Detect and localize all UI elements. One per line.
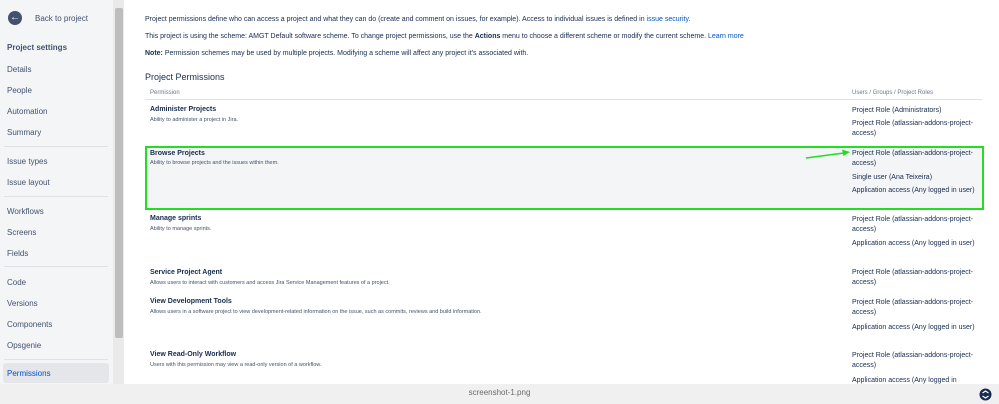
back-to-project-link[interactable]: ← Back to project	[8, 11, 88, 25]
actions-bold-text: Actions	[474, 33, 501, 40]
role-entry: Project Role (atlassian-addons-project-a…	[852, 120, 973, 137]
sidebar-item-issue-types[interactable]: Issue types	[7, 157, 47, 166]
arrow-left-icon: ←	[8, 11, 22, 25]
roles-column-header: Users / Groups / Project Roles	[852, 90, 934, 96]
role-entry: Application access (Any logged in user)	[852, 240, 975, 247]
sidebar-item-permissions-label[interactable]: Permissions	[7, 369, 51, 378]
permission-name: Service Project Agent	[150, 269, 223, 276]
permission-name: Manage sprints	[150, 215, 202, 222]
sidebar-item-issue-layout[interactable]: Issue layout	[7, 178, 50, 187]
project-settings-heading: Project settings	[7, 43, 68, 52]
role-entry: Project Role (atlassian-addons-project-a…	[852, 352, 973, 369]
screenshot-caption: screenshot-1.png	[468, 388, 531, 397]
intro-line-2: This project is using the scheme: AMGT D…	[145, 33, 744, 40]
assistant-icon[interactable]	[979, 388, 992, 401]
sidebar-divider	[4, 359, 108, 360]
back-to-project-label: Back to project	[35, 13, 88, 23]
sidebar-item-opsgenie[interactable]: Opsgenie	[7, 341, 41, 350]
permission-description: Allows users in a software project to vi…	[150, 309, 482, 315]
permission-name: View Development Tools	[150, 298, 232, 305]
sidebar-item-workflows[interactable]: Workflows	[7, 207, 44, 216]
sidebar-item-components[interactable]: Components	[7, 320, 52, 329]
intro-line-1: Project permissions define who can acces…	[145, 16, 690, 23]
annotation-arrow-icon	[805, 149, 850, 159]
permission-description: Ability to browse projects and the issue…	[150, 160, 279, 166]
sidebar-divider	[4, 266, 108, 267]
issue-security-link[interactable]: issue security	[647, 16, 689, 23]
permission-description: Ability to administer a project in Jira.	[150, 117, 239, 123]
permission-name: Administer Projects	[150, 106, 217, 113]
sidebar-item-screens[interactable]: Screens	[7, 228, 36, 237]
learn-more-link[interactable]: Learn more	[708, 33, 744, 40]
role-entry: Project Role (atlassian-addons-project-a…	[852, 216, 973, 233]
sidebar-item-versions[interactable]: Versions	[7, 299, 38, 308]
permission-name: Browse Projects	[150, 150, 205, 157]
role-entry: Application access (Any logged in user)	[852, 187, 975, 194]
role-entry: Project Role (Administrators)	[852, 107, 942, 114]
role-entry: Single user (Ana Teixeira)	[852, 174, 933, 181]
sidebar-item-people[interactable]: People	[7, 86, 32, 95]
sidebar-scrollbar-thumb[interactable]	[115, 8, 123, 338]
intro-text: Project permissions define who can acces…	[145, 16, 647, 23]
permission-description: Users with this permission may view a re…	[150, 362, 322, 368]
intro-text: This project is using the scheme: AMGT D…	[145, 33, 475, 40]
role-entry: Project Role (atlassian-addons-project-a…	[852, 150, 973, 167]
permission-description: Ability to manage sprints.	[150, 226, 212, 232]
note-label: Note:	[145, 50, 163, 57]
main-content: Project permissions define who can acces…	[124, 0, 999, 384]
sidebar-item-code[interactable]: Code	[7, 278, 26, 287]
project-permissions-title: Project Permissions	[145, 72, 225, 82]
sidebar-item-summary[interactable]: Summary	[7, 128, 41, 137]
sidebar-divider	[4, 146, 108, 147]
role-entry: Project Role (atlassian-addons-project-a…	[852, 269, 973, 286]
note-text: Permission schemes may be used by multip…	[162, 50, 529, 57]
role-entry: Application access (Any logged in	[852, 377, 957, 384]
sidebar-divider	[4, 196, 108, 197]
permission-description: Allows users to interact with customers …	[150, 280, 390, 286]
permission-name: View Read-Only Workflow	[150, 351, 237, 358]
intro-text: .	[688, 16, 691, 23]
sidebar-item-automation[interactable]: Automation	[7, 107, 47, 116]
intro-line-3: Note: Permission schemes may be used by …	[145, 50, 528, 57]
permission-column-header: Permission	[150, 90, 180, 96]
role-entry: Project Role (atlassian-addons-project-a…	[852, 299, 973, 316]
sidebar-item-fields[interactable]: Fields	[7, 249, 28, 258]
role-entry: Application access (Any logged in user)	[852, 324, 975, 331]
sidebar-item-details[interactable]: Details	[7, 65, 31, 74]
intro-text: menu to choose a different scheme or mod…	[500, 33, 709, 40]
header-divider	[145, 99, 982, 100]
